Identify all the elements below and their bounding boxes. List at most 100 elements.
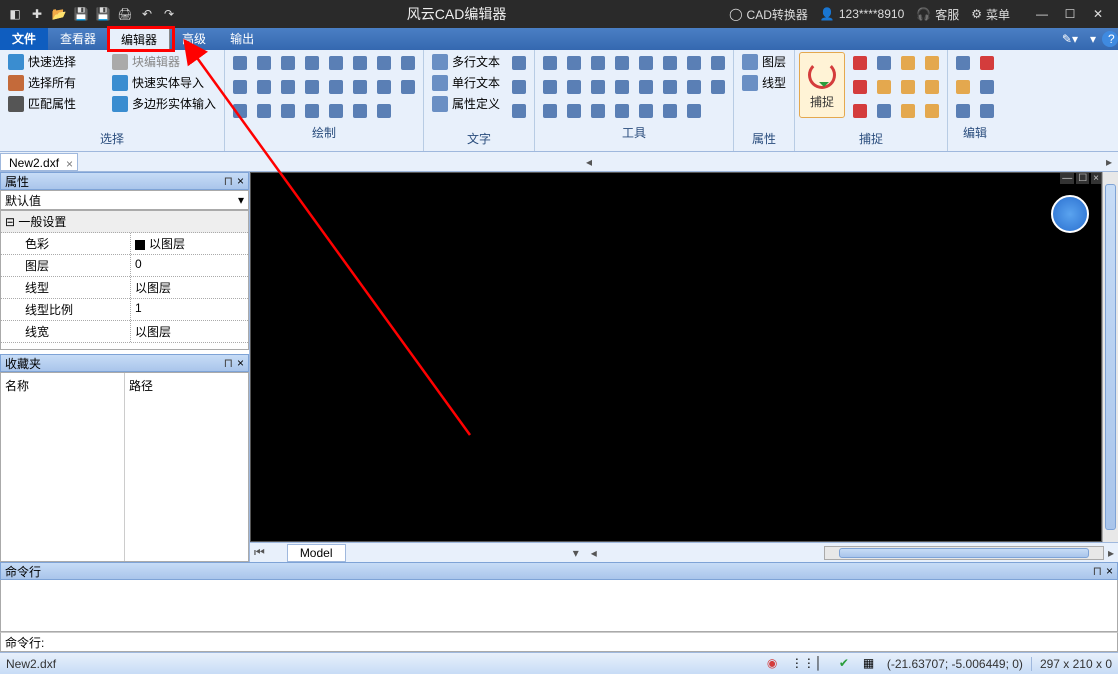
snap-tool[interactable] <box>849 76 871 98</box>
tool-button[interactable] <box>659 100 681 122</box>
user-label[interactable]: 👤 123****8910 <box>820 7 904 21</box>
draw-tool[interactable] <box>373 76 395 98</box>
snap-tool[interactable] <box>897 100 919 122</box>
tool-button[interactable] <box>539 100 561 122</box>
block-editor-button[interactable]: 块编辑器 <box>108 52 220 71</box>
tab-scroll-left[interactable]: ◂ <box>580 155 598 169</box>
select-all-button[interactable]: 选择所有 <box>4 73 102 92</box>
command-panel-header[interactable]: 命令行 ⊓ × <box>0 562 1118 580</box>
tool-button[interactable] <box>611 100 633 122</box>
status-icon[interactable]: ✔ <box>839 656 855 672</box>
viewcube-icon[interactable] <box>1051 195 1089 233</box>
tool-button[interactable] <box>635 52 657 74</box>
snap-tool[interactable] <box>897 52 919 74</box>
draw-tool[interactable] <box>397 76 419 98</box>
status-icon[interactable]: │ <box>815 656 831 672</box>
snap-tool[interactable] <box>849 52 871 74</box>
maximize-button[interactable]: ☐ <box>1058 7 1082 21</box>
vertical-scrollbar[interactable] <box>1102 172 1118 542</box>
panel-close-icon[interactable]: × <box>237 356 244 370</box>
attdef-button[interactable]: 属性定义 <box>428 94 504 113</box>
draw-tool[interactable] <box>373 100 395 122</box>
close-tab-icon[interactable]: × <box>66 155 73 173</box>
status-icon[interactable]: ⋮⋮ <box>791 656 807 672</box>
property-row[interactable]: 线型比例1 <box>1 299 248 321</box>
snap-button[interactable]: 捕捉 <box>799 52 845 118</box>
model-tab[interactable]: Model <box>287 544 346 562</box>
redo-icon[interactable]: ↷ <box>160 5 178 23</box>
draw-tool[interactable] <box>301 100 323 122</box>
layer-button[interactable]: 图层 <box>738 52 790 71</box>
quick-select-button[interactable]: 快速选择 <box>4 52 102 71</box>
hscroll-right[interactable]: ▸ <box>1104 546 1118 560</box>
draw-tool[interactable] <box>253 100 275 122</box>
draw-tool[interactable] <box>301 52 323 74</box>
linetype-button[interactable]: 线型 <box>738 73 790 92</box>
tool-button[interactable] <box>611 52 633 74</box>
properties-panel-header[interactable]: 属性 ⊓ × <box>0 172 249 190</box>
tool-button[interactable] <box>683 100 705 122</box>
draw-tool[interactable] <box>253 52 275 74</box>
tool-button[interactable] <box>707 76 729 98</box>
draw-tool[interactable] <box>277 100 299 122</box>
edit-tool[interactable] <box>976 100 998 122</box>
snap-tool[interactable] <box>897 76 919 98</box>
snap-tool[interactable] <box>873 76 895 98</box>
snap-tool[interactable] <box>873 100 895 122</box>
menu-button[interactable]: ⚙ 菜单 <box>971 6 1010 23</box>
save-icon[interactable]: 💾 <box>72 5 90 23</box>
tab-scroll-right[interactable]: ▸ <box>1100 155 1118 169</box>
document-tab[interactable]: New2.dxf × <box>0 153 78 171</box>
minimize-button[interactable]: — <box>1030 7 1054 21</box>
status-icon[interactable]: ◉ <box>767 656 783 672</box>
tool-button[interactable] <box>635 100 657 122</box>
panel-close-icon[interactable]: × <box>1106 564 1113 578</box>
support-button[interactable]: 🎧 客服 <box>916 6 959 23</box>
tool-button[interactable] <box>611 76 633 98</box>
prop-section-general[interactable]: ⊟ 一般设置 <box>1 211 248 233</box>
canvas-min-icon[interactable]: — <box>1060 173 1074 184</box>
dropdown-icon[interactable]: ▾ <box>1084 32 1102 46</box>
tool-button[interactable] <box>683 52 705 74</box>
horizontal-scrollbar[interactable] <box>824 546 1104 560</box>
saveall-icon[interactable]: 💾 <box>94 5 112 23</box>
draw-tool[interactable] <box>349 76 371 98</box>
pin-icon[interactable]: ⊓ <box>224 174 233 188</box>
prop-preset-combo[interactable]: 默认值 ▾ <box>0 190 249 210</box>
canvas-max-icon[interactable]: ☐ <box>1076 173 1089 184</box>
tool-button[interactable] <box>707 52 729 74</box>
tool-button[interactable] <box>659 76 681 98</box>
status-icon[interactable]: ▦ <box>863 656 879 672</box>
draw-tool[interactable] <box>397 52 419 74</box>
tool-button[interactable] <box>587 100 609 122</box>
snap-tool[interactable] <box>873 52 895 74</box>
tool-button[interactable] <box>587 52 609 74</box>
draw-tool[interactable] <box>229 100 251 122</box>
tool-button[interactable] <box>563 52 585 74</box>
snap-tool[interactable] <box>921 52 943 74</box>
open-icon[interactable]: 📂 <box>50 5 68 23</box>
panel-close-icon[interactable]: × <box>237 174 244 188</box>
command-input[interactable] <box>44 635 1113 649</box>
new-icon[interactable]: ✚ <box>28 5 46 23</box>
snap-tool[interactable] <box>921 76 943 98</box>
text-tool[interactable] <box>508 100 530 122</box>
pin-icon[interactable]: ⊓ <box>224 356 233 370</box>
tool-button[interactable] <box>683 76 705 98</box>
draw-tool[interactable] <box>277 76 299 98</box>
quick-import-button[interactable]: 快速实体导入 <box>108 73 220 92</box>
property-row[interactable]: 线型以图层 <box>1 277 248 299</box>
tab-advanced[interactable]: 高级 <box>170 28 218 50</box>
tool-button[interactable] <box>563 76 585 98</box>
edit-tool[interactable] <box>976 52 998 74</box>
sheet-nav[interactable]: ▾ <box>569 546 583 560</box>
tab-output[interactable]: 输出 <box>218 28 266 50</box>
tool-icon[interactable]: ✎▾ <box>1056 32 1084 46</box>
pin-icon[interactable]: ⊓ <box>1093 564 1102 578</box>
draw-tool[interactable] <box>229 76 251 98</box>
draw-tool[interactable] <box>325 100 347 122</box>
print-icon[interactable]: 🖨 <box>116 5 134 23</box>
text-tool[interactable] <box>508 76 530 98</box>
tool-button[interactable] <box>635 76 657 98</box>
tool-button[interactable] <box>563 100 585 122</box>
